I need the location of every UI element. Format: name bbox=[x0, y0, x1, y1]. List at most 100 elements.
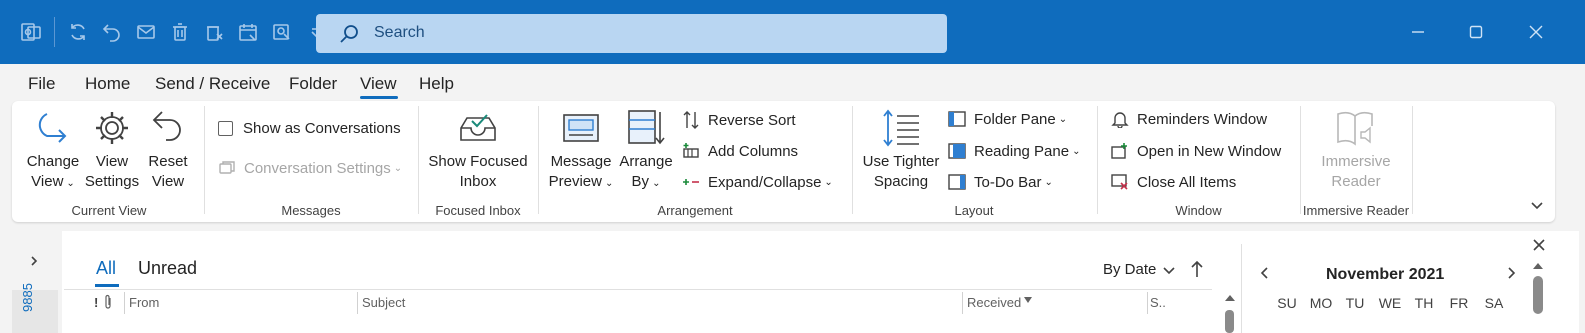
undo-icon[interactable] bbox=[95, 15, 129, 49]
view-settings-button[interactable]: View Settings bbox=[84, 108, 140, 192]
new-mail-icon[interactable] bbox=[129, 15, 163, 49]
show-as-conversations-checkbox[interactable]: Show as Conversations bbox=[218, 120, 401, 137]
message-preview-button[interactable]: Message Preview ⌄ bbox=[546, 108, 616, 192]
group-label-current-view: Current View bbox=[71, 203, 147, 218]
folder-strip-label bbox=[12, 290, 58, 333]
minimize-button[interactable] bbox=[1404, 18, 1432, 46]
change-view-button[interactable]: Change View ⌄ bbox=[24, 108, 82, 192]
tab-all-underline bbox=[95, 284, 119, 287]
checkbox-box[interactable] bbox=[218, 121, 233, 136]
show-focused-inbox-label: Show Focused Inbox bbox=[428, 153, 528, 190]
maximize-icon bbox=[1469, 25, 1483, 39]
calendar-next-button[interactable] bbox=[1505, 266, 1521, 282]
close-todo-bar-button[interactable] bbox=[1532, 238, 1548, 254]
calendar-icon[interactable] bbox=[231, 15, 265, 49]
scrollbar-thumb[interactable] bbox=[1533, 276, 1543, 314]
reset-view-button[interactable]: Reset View bbox=[142, 108, 194, 192]
open-in-new-window-button[interactable]: Open in New Window bbox=[1111, 142, 1281, 160]
group-separator bbox=[1097, 106, 1098, 214]
reading-pane-button[interactable]: Reading Pane ⌄ bbox=[948, 142, 1080, 160]
group-label-immersive-reader: Immersive Reader bbox=[1302, 203, 1410, 218]
sort-by-date-dropdown[interactable]: By Date bbox=[1103, 261, 1176, 278]
reminders-window-button[interactable]: Reminders Window bbox=[1111, 110, 1267, 128]
column-size[interactable]: S.. bbox=[1150, 295, 1166, 310]
menu-home[interactable]: Home bbox=[85, 74, 130, 94]
group-label-arrangement: Arrangement bbox=[657, 203, 733, 218]
todo-bar-icon bbox=[948, 174, 966, 190]
calendar-day-header: SU bbox=[1277, 295, 1297, 311]
attachment-column-icon[interactable] bbox=[103, 294, 113, 315]
close-all-icon bbox=[1111, 174, 1128, 190]
close-button[interactable] bbox=[1522, 18, 1550, 46]
group-separator bbox=[418, 106, 419, 214]
scrollbar-thumb[interactable] bbox=[1225, 310, 1234, 333]
immersive-reader-button[interactable]: Immersive Reader bbox=[1310, 108, 1402, 192]
tab-unread[interactable]: Unread bbox=[138, 258, 197, 279]
qat-separator bbox=[54, 17, 55, 47]
immersive-reader-label: Immersive Reader bbox=[1321, 153, 1391, 190]
calendar-prev-button[interactable] bbox=[1259, 266, 1275, 282]
calendar-month-title: November 2021 bbox=[1326, 266, 1445, 283]
close-all-items-button[interactable]: Close All Items bbox=[1111, 173, 1236, 191]
chevron-right-icon bbox=[1508, 267, 1516, 279]
calendar-scrollbar[interactable] bbox=[1530, 262, 1546, 333]
use-tighter-spacing-label: Use Tighter Spacing bbox=[862, 153, 940, 190]
tighter-spacing-icon bbox=[883, 109, 919, 147]
arrow-up-icon bbox=[1191, 260, 1203, 277]
sync-icon[interactable] bbox=[61, 15, 95, 49]
expand-collapse-button[interactable]: Expand/Collapse ⌄ bbox=[682, 173, 833, 191]
menu-send-receive[interactable]: Send / Receive bbox=[155, 74, 270, 94]
conversation-settings-button[interactable]: Conversation Settings ⌄ bbox=[218, 159, 402, 177]
menu-view[interactable]: View bbox=[360, 74, 397, 94]
calendar-day-header: WE bbox=[1378, 295, 1402, 311]
column-header-line bbox=[64, 289, 1212, 290]
menu-folder[interactable]: Folder bbox=[289, 74, 337, 94]
mail-list-scrollbar[interactable] bbox=[1222, 290, 1238, 333]
tab-all[interactable]: All bbox=[96, 258, 116, 279]
reset-icon bbox=[152, 111, 181, 141]
column-importance[interactable]: ! bbox=[94, 295, 98, 310]
use-tighter-spacing-button[interactable]: Use Tighter Spacing bbox=[860, 108, 942, 192]
column-received[interactable]: Received bbox=[967, 295, 1021, 310]
chevron-right-icon bbox=[31, 256, 38, 266]
folder-unread-count[interactable]: 9885 bbox=[20, 283, 35, 312]
view-settings-label: View Settings bbox=[84, 153, 140, 190]
menu-help[interactable]: Help bbox=[419, 74, 454, 94]
column-from[interactable]: From bbox=[129, 295, 159, 310]
reverse-sort-icon bbox=[683, 111, 699, 129]
column-separator bbox=[1147, 292, 1148, 314]
calendar-day-header: SA bbox=[1484, 295, 1504, 311]
search-box[interactable]: Search bbox=[316, 14, 947, 53]
conversation-settings-icon bbox=[219, 161, 235, 174]
scroll-up-icon bbox=[1533, 263, 1543, 269]
message-preview-label: Message Preview ⌄ bbox=[548, 153, 614, 190]
ribbon-collapse-button[interactable] bbox=[1530, 198, 1546, 214]
group-separator bbox=[1412, 106, 1413, 214]
delete-all-icon[interactable] bbox=[197, 15, 231, 49]
change-view-label: Change View ⌄ bbox=[26, 153, 80, 190]
group-label-window: Window bbox=[1175, 203, 1222, 218]
sort-direction-button[interactable] bbox=[1190, 260, 1206, 280]
search-icon bbox=[340, 25, 358, 43]
search-placeholder: Search bbox=[374, 24, 425, 41]
message-preview-icon bbox=[563, 114, 599, 142]
delete-icon[interactable] bbox=[163, 15, 197, 49]
quick-access-toolbar bbox=[14, 0, 333, 64]
sort-indicator-icon bbox=[1024, 297, 1032, 303]
expand-folder-pane-button[interactable] bbox=[28, 254, 44, 270]
column-separator bbox=[357, 292, 358, 314]
reverse-sort-button[interactable]: Reverse Sort bbox=[682, 110, 796, 130]
menu-file[interactable]: File bbox=[28, 74, 55, 94]
change-view-icon bbox=[38, 113, 67, 143]
people-search-icon[interactable] bbox=[265, 15, 299, 49]
column-subject[interactable]: Subject bbox=[362, 295, 405, 310]
new-window-icon bbox=[1111, 143, 1127, 159]
folder-pane-button[interactable]: Folder Pane ⌄ bbox=[948, 110, 1067, 128]
arrange-by-button[interactable]: Arrange By ⌄ bbox=[618, 108, 674, 192]
maximize-button[interactable] bbox=[1462, 18, 1490, 46]
show-focused-inbox-button[interactable]: Show Focused Inbox bbox=[426, 108, 530, 192]
group-separator bbox=[852, 106, 853, 214]
add-columns-button[interactable]: Add Columns bbox=[682, 142, 798, 160]
todo-bar-button[interactable]: To-Do Bar ⌄ bbox=[948, 173, 1053, 191]
group-label-focused-inbox: Focused Inbox bbox=[435, 203, 521, 218]
